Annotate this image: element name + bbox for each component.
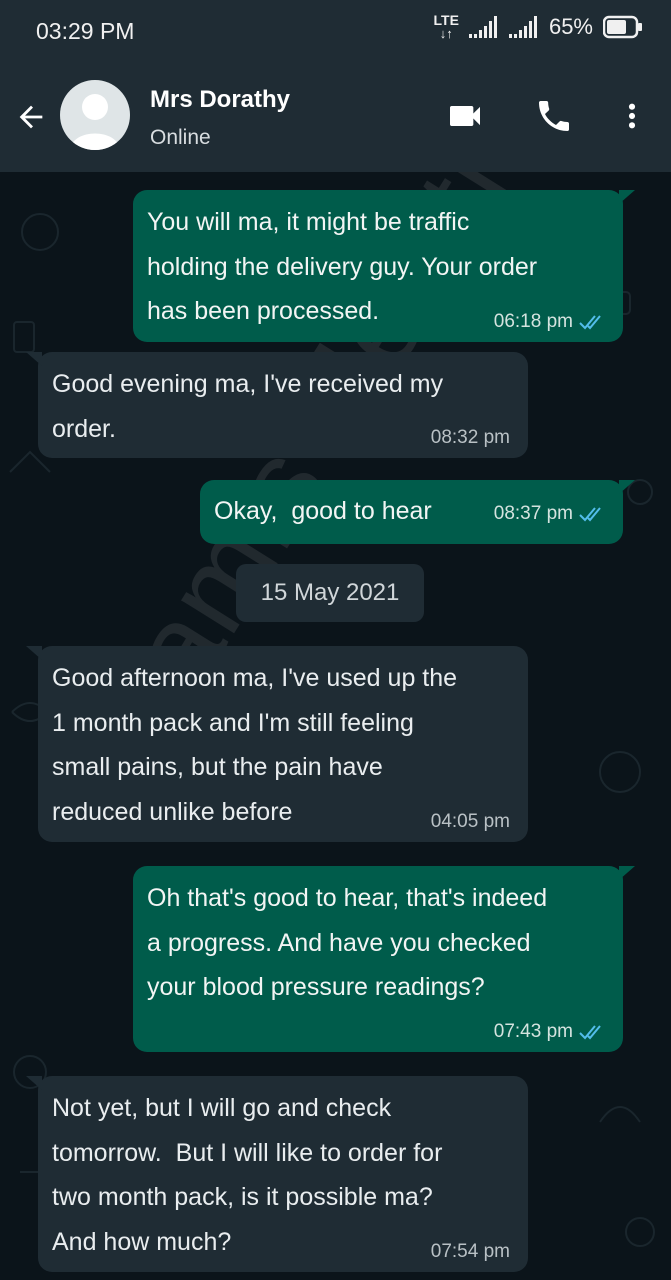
bubble-tail [619, 866, 635, 880]
lte-indicator: LTE ↓↑ [434, 13, 459, 41]
read-ticks-icon [579, 1025, 601, 1040]
message-meta: 06:18 pm [494, 312, 605, 332]
bubble-tail [619, 190, 635, 204]
signal-icon-2 [508, 16, 537, 38]
avatar[interactable] [60, 80, 130, 150]
read-ticks-icon [579, 315, 601, 330]
default-avatar-icon [70, 94, 120, 150]
bubble-tail [619, 480, 635, 494]
message-incoming[interactable]: Good evening ma, I've received my order.… [26, 352, 528, 458]
message-outgoing[interactable]: Okay, good to hear 08:37 pm [200, 480, 635, 544]
message-time: 08:37 pm [493, 503, 573, 524]
message-time: 04:05 pm [430, 811, 510, 832]
contact-name[interactable]: Mrs Dorathy [150, 86, 290, 114]
message-meta: 07:43 pm [494, 1022, 605, 1042]
message-outgoing[interactable]: You will ma, it might be traffic holding… [133, 190, 635, 342]
message-meta: 08:37 pm [494, 504, 605, 524]
status-time: 03:29 PM [36, 18, 135, 44]
message-time: 08:32 pm [430, 427, 510, 448]
read-ticks-icon [579, 507, 601, 522]
message-incoming[interactable]: Not yet, but I will go and check tomorro… [26, 1076, 528, 1272]
message-text: Good afternoon ma, I've used up the 1 mo… [52, 664, 458, 826]
status-bar: 03:29 PM LTE ↓↑ 65% [0, 0, 671, 62]
battery-icon [603, 15, 642, 39]
bubble-tail [26, 646, 42, 660]
message-incoming[interactable]: Good afternoon ma, I've used up the 1 mo… [26, 646, 528, 842]
bubble-tail [26, 1076, 42, 1090]
message-text: Oh that's good to hear, that's indeed a … [147, 884, 548, 1001]
chat-area[interactable]: Jamis Healthcare You will ma, it might b… [0, 172, 671, 1280]
message-time: 07:43 pm [493, 1021, 573, 1042]
more-vert-icon[interactable] [616, 96, 648, 136]
message-outgoing[interactable]: Oh that's good to hear, that's indeed a … [133, 866, 635, 1052]
message-time: 06:18 pm [493, 311, 573, 332]
contact-status: Online [150, 126, 211, 149]
message-meta: 04:05 pm [431, 812, 510, 832]
data-arrows-icon: ↓↑ [439, 26, 453, 41]
message-meta: 08:32 pm [431, 428, 510, 448]
message-meta: 07:54 pm [431, 1242, 510, 1262]
bubble-tail [26, 352, 42, 366]
signal-icon [468, 16, 497, 38]
battery-percent: 65% [548, 14, 593, 39]
status-indicators: LTE ↓↑ 65% [434, 13, 643, 41]
chat-header: Mrs Dorathy Online [0, 62, 671, 172]
message-text: Not yet, but I will go and check tomorro… [52, 1094, 443, 1256]
date-separator: 15 May 2021 [236, 564, 424, 622]
phone-icon[interactable] [534, 96, 574, 136]
video-call-icon[interactable] [444, 96, 486, 136]
message-time: 07:54 pm [430, 1241, 510, 1262]
back-arrow-icon[interactable] [14, 100, 48, 134]
